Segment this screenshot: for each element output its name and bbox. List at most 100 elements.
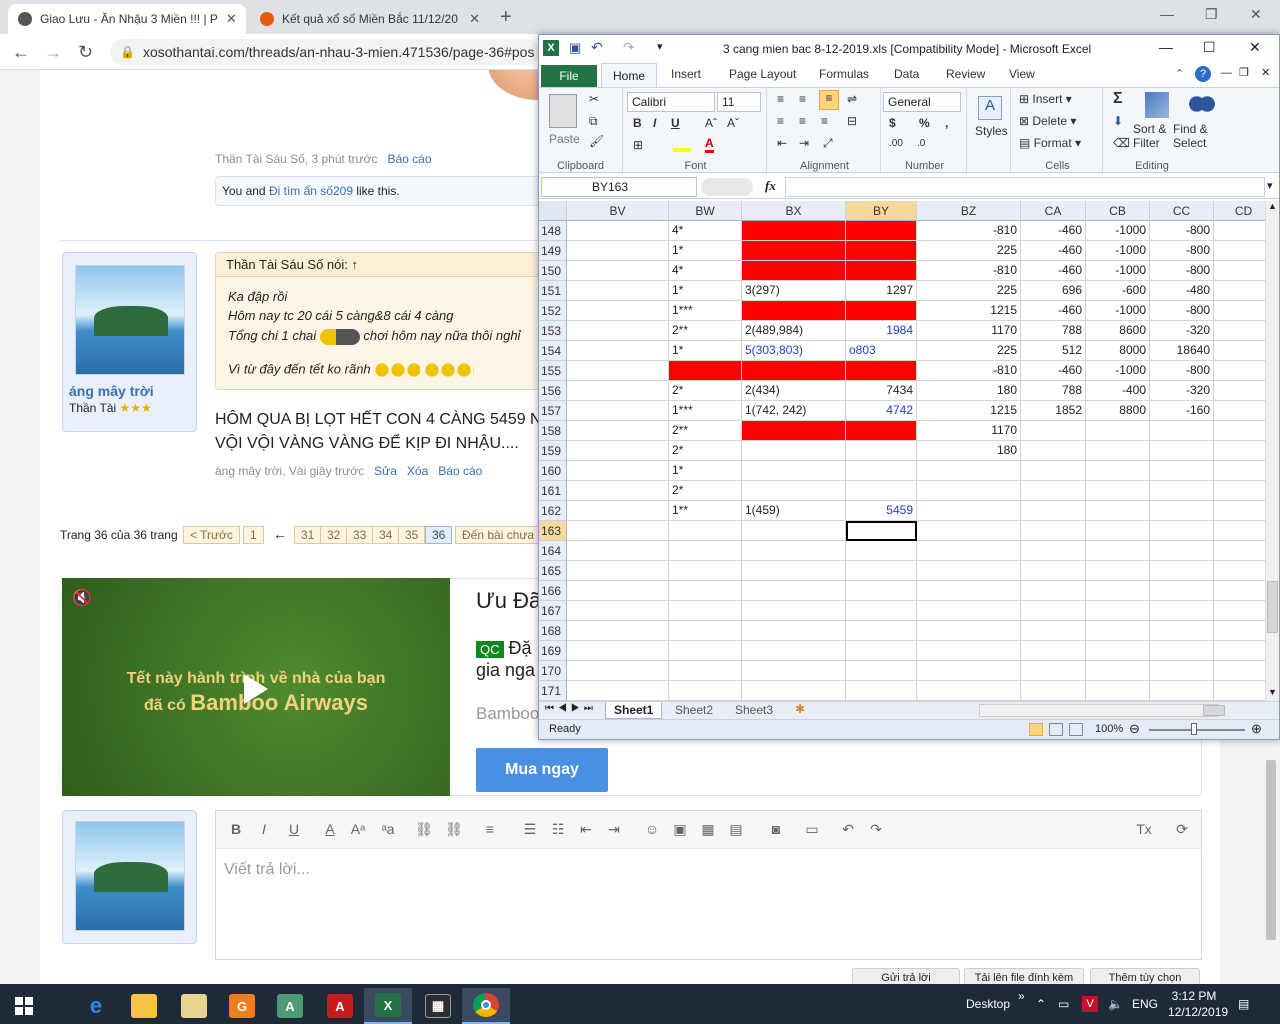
- taskbar-edge[interactable]: e: [72, 988, 120, 1024]
- decrease-indent-icon[interactable]: ⇤: [777, 136, 787, 150]
- column-header[interactable]: BV: [567, 201, 669, 221]
- cell[interactable]: 4*: [669, 221, 742, 241]
- align-icon[interactable]: ≡: [478, 821, 502, 837]
- cell[interactable]: [1214, 341, 1265, 361]
- column-header[interactable]: CA: [1021, 201, 1086, 221]
- cell[interactable]: [742, 601, 846, 621]
- currency-icon[interactable]: $: [889, 116, 896, 130]
- sheet-tab[interactable]: Sheet3: [729, 703, 779, 717]
- tab-review[interactable]: Review: [946, 67, 985, 81]
- delete-cells-button[interactable]: ⊠ Delete ▾: [1019, 114, 1076, 128]
- cell[interactable]: [1021, 601, 1086, 621]
- sheet-tab[interactable]: Sheet2: [669, 703, 719, 717]
- smilie-icon[interactable]: ☺: [640, 821, 664, 837]
- cell[interactable]: [846, 621, 917, 641]
- unlink-icon[interactable]: ⛓: [442, 821, 466, 838]
- cell[interactable]: [567, 401, 669, 421]
- page-break-view-icon[interactable]: [1069, 723, 1083, 736]
- cell[interactable]: [1021, 441, 1086, 461]
- cell[interactable]: [669, 601, 742, 621]
- cell[interactable]: 8600: [1086, 321, 1150, 341]
- address-bar[interactable]: 🔒 xosothantai.com/threads/an-nhau-3-mien…: [110, 39, 540, 65]
- cell[interactable]: [1150, 541, 1214, 561]
- row-header[interactable]: 159: [539, 441, 567, 461]
- doc-close-icon[interactable]: ✕: [1261, 66, 1270, 79]
- cell[interactable]: [742, 301, 846, 321]
- taskbar-chrome[interactable]: [462, 988, 510, 1024]
- new-tab-button[interactable]: +: [500, 6, 512, 29]
- column-header[interactable]: CD: [1214, 201, 1265, 221]
- cell[interactable]: [742, 421, 846, 441]
- cell[interactable]: [669, 361, 742, 381]
- cell[interactable]: [846, 361, 917, 381]
- hscroll-thumb[interactable]: [1203, 705, 1225, 716]
- cell[interactable]: [1021, 481, 1086, 501]
- cell[interactable]: [567, 221, 669, 241]
- row-header[interactable]: 161: [539, 481, 567, 501]
- cell[interactable]: [1214, 361, 1265, 381]
- cell[interactable]: [1021, 421, 1086, 441]
- cell[interactable]: -160: [1150, 401, 1214, 421]
- taskbar-excel[interactable]: X: [364, 988, 412, 1024]
- number-list-icon[interactable]: ☷: [546, 821, 570, 838]
- cell[interactable]: [1214, 561, 1265, 581]
- report-link[interactable]: Báo cáo: [438, 464, 482, 478]
- cell[interactable]: [567, 441, 669, 461]
- cell[interactable]: [1021, 561, 1086, 581]
- indent-icon[interactable]: ⇥: [602, 821, 626, 838]
- row-header[interactable]: 171: [539, 681, 567, 701]
- browser-tab-lottery[interactable]: Kết quả xổ số Miền Bắc 11/12/20 ✕: [250, 4, 490, 34]
- cell[interactable]: 1215: [917, 401, 1021, 421]
- cell[interactable]: 1***: [669, 401, 742, 421]
- cell[interactable]: [742, 441, 846, 461]
- italic-icon[interactable]: I: [252, 821, 276, 837]
- tray-overflow-icon[interactable]: ⌃: [1036, 984, 1046, 1024]
- cell[interactable]: [567, 681, 669, 701]
- find-label[interactable]: Find &: [1173, 122, 1208, 136]
- cell[interactable]: 2*: [669, 381, 742, 401]
- close-window-button[interactable]: ✕: [1249, 39, 1261, 56]
- liker-link[interactable]: Đi tìm ẩn số209: [269, 184, 353, 198]
- paste-icon[interactable]: [549, 94, 577, 128]
- cell[interactable]: o803: [846, 341, 917, 361]
- cell[interactable]: [742, 541, 846, 561]
- cell[interactable]: -1000: [1086, 241, 1150, 261]
- cell[interactable]: -480: [1150, 281, 1214, 301]
- language-indicator[interactable]: ENG: [1132, 984, 1158, 1024]
- bold-icon[interactable]: B: [633, 116, 642, 130]
- toolbar-expand-icon[interactable]: »: [1018, 976, 1025, 1016]
- cell[interactable]: [1021, 541, 1086, 561]
- cell[interactable]: [1214, 581, 1265, 601]
- wrap-text-icon[interactable]: ⇌: [847, 92, 857, 106]
- cell[interactable]: [669, 641, 742, 661]
- cell[interactable]: 180: [917, 381, 1021, 401]
- reload-icon[interactable]: ↻: [78, 42, 93, 63]
- cell[interactable]: [1214, 641, 1265, 661]
- cell[interactable]: 788: [1021, 381, 1086, 401]
- cell[interactable]: [1150, 661, 1214, 681]
- cell[interactable]: 225: [917, 241, 1021, 261]
- cell[interactable]: [567, 381, 669, 401]
- cell[interactable]: [1086, 641, 1150, 661]
- cell[interactable]: [1150, 481, 1214, 501]
- italic-icon[interactable]: I: [653, 116, 656, 130]
- maximize-button[interactable]: ☐: [1203, 39, 1216, 56]
- format-cells-button[interactable]: ▤ Format ▾: [1019, 136, 1081, 150]
- page-scrollbar-thumb[interactable]: [1266, 760, 1276, 940]
- forward-icon[interactable]: →: [44, 42, 62, 63]
- media-icon[interactable]: ▦: [696, 821, 720, 838]
- cell[interactable]: -800: [1150, 361, 1214, 381]
- column-header[interactable]: BW: [669, 201, 742, 221]
- cell[interactable]: 2(434): [742, 381, 846, 401]
- row-header[interactable]: 162: [539, 501, 567, 521]
- cell[interactable]: [567, 361, 669, 381]
- row-header[interactable]: 158: [539, 421, 567, 441]
- align-center-icon[interactable]: ≡: [799, 114, 806, 128]
- clock[interactable]: 3:12 PM 12/12/2019: [1168, 988, 1228, 1020]
- cell[interactable]: -460: [1021, 261, 1086, 281]
- pager-page[interactable]: 32: [320, 526, 348, 544]
- cell[interactable]: [846, 561, 917, 581]
- cell[interactable]: [1150, 501, 1214, 521]
- cell[interactable]: -1000: [1086, 221, 1150, 241]
- cell[interactable]: [846, 661, 917, 681]
